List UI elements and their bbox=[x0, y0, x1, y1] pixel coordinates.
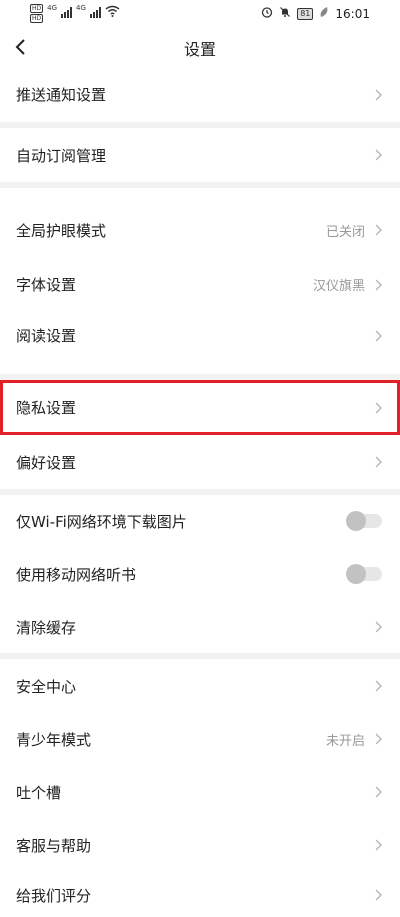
settings-list: 推送通知设置 自动订阅管理 全局护眼模式 已关闭 字体设置 汉仪旗黑 阅读设置 bbox=[0, 67, 400, 917]
settings-row-push[interactable]: 推送通知设置 bbox=[0, 67, 400, 122]
settings-row-youth[interactable]: 青少年模式 未开启 bbox=[0, 713, 400, 765]
row-label: 客服与帮助 bbox=[16, 836, 92, 855]
row-right: 已关闭 bbox=[326, 221, 382, 240]
hd-badge: HD bbox=[30, 14, 44, 23]
row-right bbox=[375, 621, 382, 633]
chevron-right-icon bbox=[375, 279, 382, 291]
row-label: 字体设置 bbox=[16, 276, 77, 294]
status-right: 81 16:01 bbox=[261, 6, 370, 21]
settings-row-privacy[interactable]: 隐私设置 bbox=[0, 380, 400, 435]
row-label: 安全中心 bbox=[16, 677, 77, 696]
row-label: 阅读设置 bbox=[16, 327, 77, 345]
chevron-right-icon bbox=[375, 839, 382, 851]
chevron-right-icon bbox=[375, 224, 382, 236]
chevron-right-icon bbox=[375, 330, 382, 342]
row-right bbox=[375, 786, 382, 798]
alarm-icon bbox=[261, 6, 273, 21]
font-value: 汉仪旗黑 bbox=[312, 279, 365, 294]
chevron-right-icon bbox=[375, 680, 382, 692]
row-label: 隐私设置 bbox=[16, 399, 77, 417]
sim-1: HD HD bbox=[30, 4, 44, 23]
row-label: 清除缓存 bbox=[16, 618, 77, 637]
row-right bbox=[375, 885, 382, 901]
settings-row-safety[interactable]: 安全中心 bbox=[0, 659, 400, 713]
settings-row-preference[interactable]: 偏好设置 bbox=[0, 435, 400, 489]
settings-row-eye-mode[interactable]: 全局护眼模式 已关闭 bbox=[0, 188, 400, 272]
row-label: 吐个槽 bbox=[16, 783, 62, 802]
row-label: 仅Wi-Fi网络环境下载图片 bbox=[16, 512, 187, 531]
bell-off-icon bbox=[279, 6, 291, 21]
eye-mode-value: 已关闭 bbox=[325, 224, 365, 240]
status-left: HD HD 4G 4G bbox=[30, 4, 120, 23]
chevron-right-icon bbox=[375, 889, 382, 901]
network-type: 4G bbox=[47, 4, 58, 12]
row-label: 青少年模式 bbox=[16, 730, 92, 749]
chevron-right-icon bbox=[375, 733, 382, 745]
toggle-knob bbox=[346, 511, 366, 531]
row-right bbox=[375, 839, 382, 851]
row-label: 全局护眼模式 bbox=[16, 221, 107, 240]
network-type: 4G bbox=[76, 4, 86, 12]
settings-row-rate[interactable]: 给我们评分 bbox=[0, 871, 400, 917]
settings-row-service[interactable]: 客服与帮助 bbox=[0, 819, 400, 871]
row-right bbox=[375, 149, 382, 161]
chevron-right-icon bbox=[375, 149, 382, 161]
status-bar: HD HD 4G 4G 81 16:01 bbox=[0, 0, 400, 30]
chevron-right-icon bbox=[375, 402, 382, 414]
row-right bbox=[346, 511, 382, 531]
mobile-audio-toggle[interactable] bbox=[346, 564, 382, 584]
row-label: 推送通知设置 bbox=[16, 86, 107, 104]
settings-row-feedback[interactable]: 吐个槽 bbox=[0, 765, 400, 819]
settings-row-clear-cache[interactable]: 清除缓存 bbox=[0, 601, 400, 653]
settings-row-wifi-images: 仅Wi-Fi网络环境下载图片 bbox=[0, 495, 400, 547]
battery-indicator: 81 bbox=[297, 7, 314, 20]
row-right bbox=[375, 680, 382, 692]
leaf-icon bbox=[319, 6, 329, 21]
chevron-right-icon bbox=[375, 786, 382, 798]
hd-badge: HD bbox=[30, 4, 44, 13]
signal-icon bbox=[61, 6, 73, 18]
row-right: 汉仪旗黑 bbox=[313, 275, 382, 294]
row-label: 自动订阅管理 bbox=[16, 146, 107, 165]
row-right bbox=[375, 330, 382, 342]
row-right bbox=[346, 564, 382, 584]
row-right bbox=[375, 456, 382, 468]
youth-mode-value: 未开启 bbox=[325, 733, 365, 749]
wifi-images-toggle[interactable] bbox=[346, 511, 382, 531]
settings-row-mobile-audio: 使用移动网络听书 bbox=[0, 547, 400, 601]
chevron-right-icon bbox=[375, 621, 382, 633]
status-time: 16:01 bbox=[335, 6, 370, 21]
row-right bbox=[375, 89, 382, 101]
toggle-knob bbox=[346, 564, 366, 584]
settings-row-auto-subscribe[interactable]: 自动订阅管理 bbox=[0, 128, 400, 182]
row-right bbox=[375, 402, 382, 414]
settings-row-font[interactable]: 字体设置 汉仪旗黑 bbox=[0, 272, 400, 297]
row-label: 偏好设置 bbox=[16, 453, 77, 472]
page-title: 设置 bbox=[183, 40, 216, 59]
wifi-icon bbox=[105, 5, 120, 20]
chevron-right-icon bbox=[375, 456, 382, 468]
row-label: 给我们评分 bbox=[16, 887, 92, 905]
signal-icon bbox=[89, 6, 101, 18]
settings-row-reading[interactable]: 阅读设置 bbox=[0, 297, 400, 374]
chevron-right-icon bbox=[375, 89, 382, 101]
nav-bar: 设置 bbox=[0, 30, 400, 64]
row-right: 未开启 bbox=[326, 730, 382, 749]
row-label: 使用移动网络听书 bbox=[16, 565, 137, 584]
